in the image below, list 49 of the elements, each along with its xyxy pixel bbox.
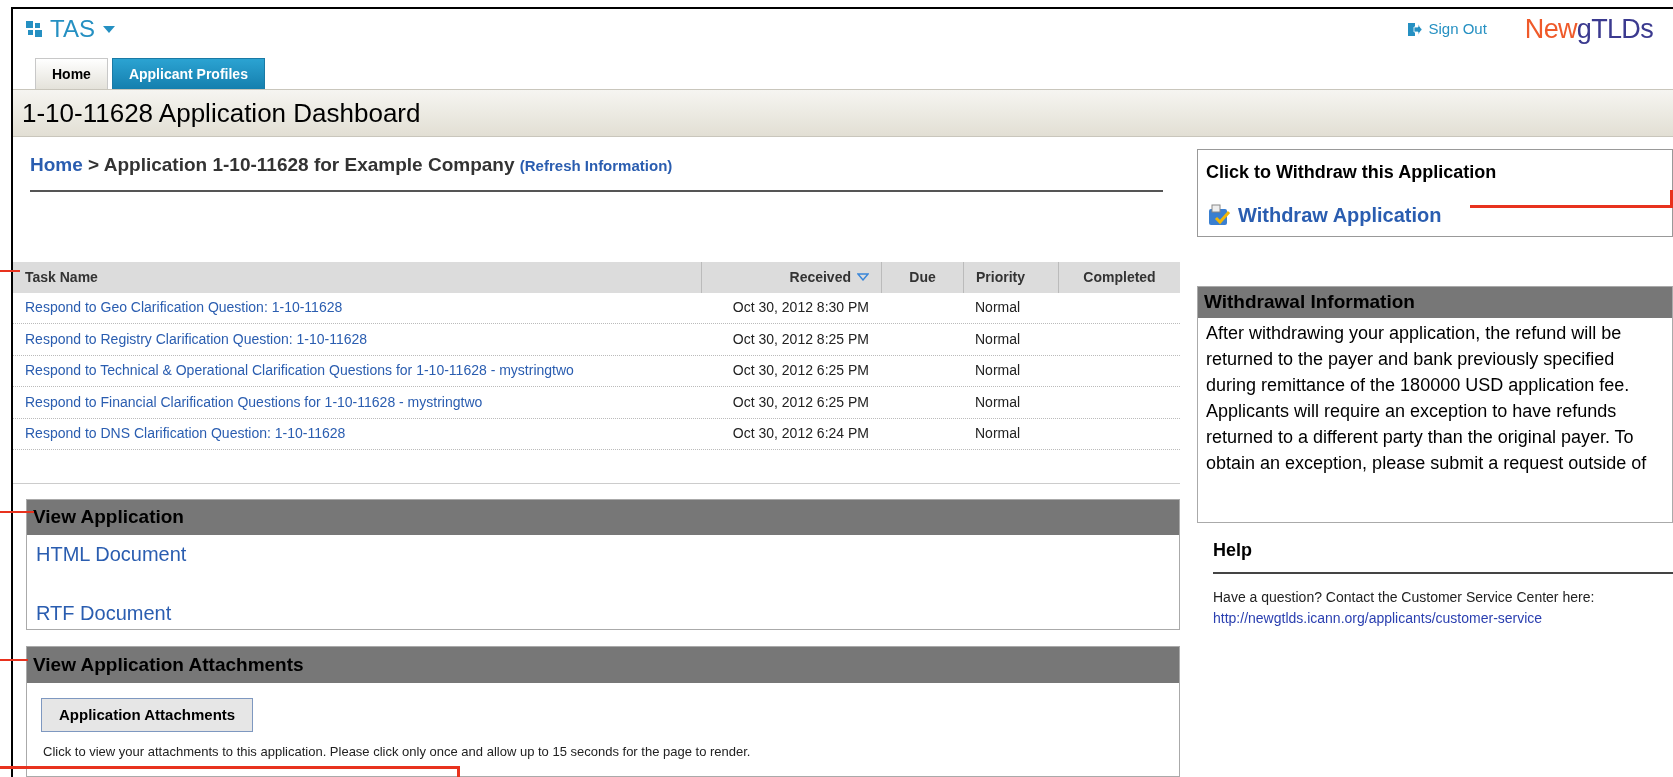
leader-line [0,270,20,272]
column-header[interactable]: Received [701,261,881,293]
document-link[interactable]: RTF Document [36,602,172,624]
task-link[interactable]: Respond to Financial Clarification Questions for 1-10-11628 - mystringtwo [25,393,483,410]
breadcrumb: Home > Application 1-10-11628 for Example Company (Refresh Information) [30,153,674,177]
page-title: 1-10-11628 Application Dashboard [22,96,421,130]
column-header[interactable]: Priority [963,261,1058,293]
help-title: Help [1213,537,1673,574]
column-header[interactable]: Task Name [13,261,701,293]
table-cell-text: Oct 30, 2012 6:25 PM [732,361,869,381]
column-header[interactable]: Due [881,261,963,293]
sign-out-icon [1408,22,1423,36]
app-menu[interactable]: TAS [26,17,115,41]
task-link[interactable]: Respond to Geo Clarification Question: 1-10-11628 [25,299,343,316]
refresh-link[interactable]: (Refresh Information) [519,157,673,174]
table-cell: Normal [975,299,1021,316]
withdrawal-info-text: After withdrawing your application, the refund will be returned to the payer and bank previously specified during remittance of the 180000 USD application fee. Applicants will require an exception to have refunds returned to a different party than the original payer. To obtain an exception, please submit a request outside of [1205,322,1648,475]
sign-out-link[interactable]: Sign Out [1408,17,1487,41]
table-cell-text: Oct 30, 2012 6:24 PM [732,424,869,444]
table-cell: Normal [975,362,1021,379]
table-cell: Normal [975,393,1021,410]
table-cell-text: Oct 30, 2012 8:30 PM [732,298,869,318]
leader-line [0,511,34,513]
column-header[interactable]: Completed [1058,261,1180,293]
grid-icon [26,21,42,37]
withdraw-title: Click to Withdraw this Application [1206,161,1498,184]
customer-service-link[interactable]: http://newgtlds.icann.org/applicants/customer-service [1213,610,1543,626]
attachments-note: Click to view your attachments to this application. Please click only once and allow up to 15 seconds for the page to render. [42,743,752,761]
help-text: Have a question? Contact the Customer Service Center here: http://newgtlds.icann.org/applicants/customer-service [1213,588,1596,628]
table-cell-text: Oct 30, 2012 6:25 PM [732,392,869,412]
leader-line [0,659,28,661]
caret-icon [102,25,115,33]
attachments-button[interactable]: Application Attachments [41,698,254,732]
table-cell: Normal [975,330,1021,347]
logo: NewgTLDs [1524,15,1653,43]
section-header: Withdrawal Information [1198,287,1672,318]
section-header: View Application Attachments [27,647,1179,683]
clipboard-check-icon [1206,203,1232,227]
table-cell-text: Oct 30, 2012 8:25 PM [732,329,869,349]
section-header: View Application [27,500,1179,535]
tab[interactable]: Applicant Profiles [111,58,265,89]
withdraw-link[interactable]: Withdraw Application [1206,200,1442,230]
document-link[interactable]: HTML Document [36,543,187,565]
task-link[interactable]: Respond to DNS Clarification Question: 1-10-11628 [25,425,346,442]
task-link[interactable]: Respond to Registry Clarification Question: 1-10-11628 [25,330,368,347]
table-cell: Normal [975,425,1021,442]
home-link[interactable]: Home [30,154,83,175]
task-link[interactable]: Respond to Technical & Operational Clarification Questions for 1-10-11628 - mystringtwo [25,362,574,379]
tab[interactable]: Home [35,58,108,89]
